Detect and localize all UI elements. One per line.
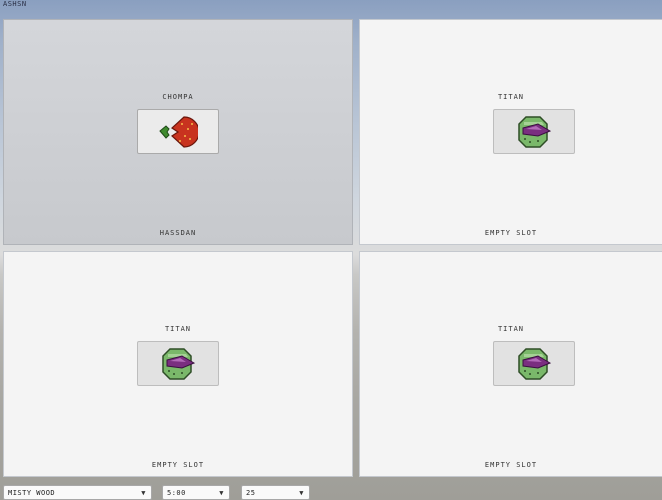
count-select[interactable]: 25 ▼: [241, 485, 310, 500]
time-value: 5:00: [167, 489, 186, 497]
titan-sprite: [518, 347, 552, 380]
player-slot-4[interactable]: TITAN EMPTY SLOT: [359, 251, 662, 477]
player-name: HASSDAN: [159, 229, 197, 237]
window-title: ASHSN: [3, 0, 27, 8]
stage-value: MISTY WOOD: [8, 489, 56, 497]
player-name: EMPTY SLOT: [484, 229, 538, 237]
titan-sprite: [162, 347, 196, 380]
character-select-button[interactable]: [137, 109, 219, 154]
stage-select[interactable]: MISTY WOOD ▼: [3, 485, 152, 500]
character-name: TITAN: [497, 325, 525, 333]
player-name: EMPTY SLOT: [484, 461, 538, 469]
player-slot-1[interactable]: CHOMPA HASSDAN: [3, 19, 353, 245]
chevron-down-icon: ▼: [141, 489, 146, 497]
count-value: 25: [246, 489, 256, 497]
player-slot-3[interactable]: TITAN EMPTY SLOT: [3, 251, 353, 477]
character-name: CHOMPA: [162, 93, 194, 101]
character-select-button[interactable]: [493, 109, 575, 154]
player-name: EMPTY SLOT: [151, 461, 205, 469]
titan-sprite: [518, 115, 552, 148]
character-name: TITAN: [164, 325, 192, 333]
chevron-down-icon: ▼: [219, 489, 224, 497]
character-select-button[interactable]: [493, 341, 575, 386]
chevron-down-icon: ▼: [299, 489, 304, 497]
character-name: TITAN: [497, 93, 525, 101]
player-slot-2[interactable]: TITAN EMPTY SLOT: [359, 19, 662, 245]
time-select[interactable]: 5:00 ▼: [162, 485, 230, 500]
character-select-button[interactable]: [137, 341, 219, 386]
chompa-sprite: [159, 115, 198, 148]
